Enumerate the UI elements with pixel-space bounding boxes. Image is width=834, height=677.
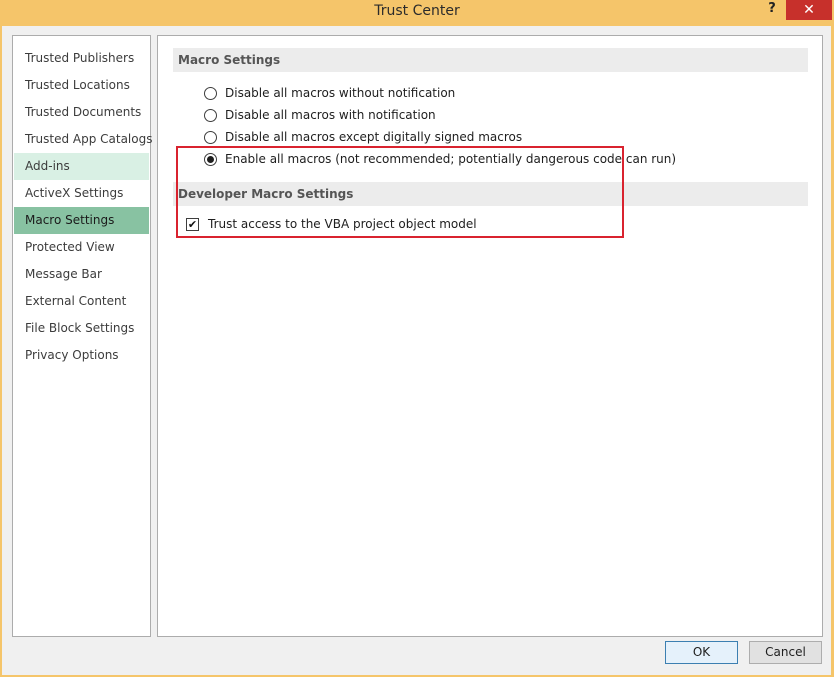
- radio-button[interactable]: [204, 108, 217, 122]
- window-title: Trust Center: [374, 3, 460, 19]
- sidebar-item-external-content[interactable]: External Content: [14, 288, 149, 315]
- sidebar-item-file-block-settings[interactable]: File Block Settings: [14, 315, 149, 342]
- radio-disable-without-notification[interactable]: Disable all macros without notification: [204, 84, 455, 102]
- option-label: Disable all macros with notification: [225, 108, 436, 122]
- option-label: Disable all macros except digitally sign…: [225, 130, 523, 144]
- cancel-button[interactable]: Cancel: [749, 641, 822, 664]
- option-label: Disable all macros without notification: [225, 86, 456, 100]
- radio-button[interactable]: [204, 86, 217, 100]
- sidebar-item-add-ins[interactable]: Add-ins: [14, 153, 149, 180]
- radio-disable-with-notification[interactable]: Disable all macros with notification: [204, 106, 436, 124]
- help-button[interactable]: ?: [760, 0, 784, 20]
- sidebar-item-trusted-locations[interactable]: Trusted Locations: [14, 72, 149, 99]
- checkbox-trust-vba-access[interactable]: ✔ Trust access to the VBA project object…: [186, 215, 477, 233]
- ok-button[interactable]: OK: [665, 641, 738, 664]
- title-bar[interactable]: Trust Center ? ✕: [0, 0, 834, 26]
- radio-button-selected[interactable]: [204, 152, 217, 166]
- radio-disable-except-signed[interactable]: Disable all macros except digitally sign…: [204, 128, 522, 146]
- sidebar-item-trusted-app-catalogs[interactable]: Trusted App Catalogs: [14, 126, 152, 153]
- close-icon: ✕: [803, 2, 815, 18]
- sidebar-item-macro-settings[interactable]: Macro Settings: [14, 207, 149, 234]
- sidebar-item-trusted-publishers[interactable]: Trusted Publishers: [14, 45, 149, 72]
- radio-enable-all-macros[interactable]: Enable all macros (not recommended; pote…: [204, 150, 676, 168]
- checkbox-label: Trust access to the VBA project object m…: [208, 217, 477, 231]
- sidebar-item-activex-settings[interactable]: ActiveX Settings: [14, 180, 149, 207]
- close-button[interactable]: ✕: [786, 0, 832, 20]
- sidebar-item-privacy-options[interactable]: Privacy Options: [14, 342, 149, 369]
- sidebar: Trusted Publishers Trusted Locations Tru…: [12, 35, 152, 637]
- trust-center-dialog: Trust Center ? ✕ Trusted Publishers Trus…: [0, 0, 834, 677]
- dialog-body: Trusted Publishers Trusted Locations Tru…: [2, 26, 831, 675]
- developer-macro-settings-header: Developer Macro Settings: [173, 182, 808, 206]
- radio-button[interactable]: [204, 130, 217, 144]
- settings-panel: Macro Settings Disable all macros withou…: [157, 35, 823, 637]
- checkbox-checked-icon[interactable]: ✔: [186, 217, 199, 231]
- sidebar-item-trusted-documents[interactable]: Trusted Documents: [14, 99, 149, 126]
- macro-settings-header: Macro Settings: [173, 48, 808, 72]
- option-label: Enable all macros (not recommended; pote…: [225, 152, 677, 166]
- sidebar-item-protected-view[interactable]: Protected View: [14, 234, 149, 261]
- sidebar-item-message-bar[interactable]: Message Bar: [14, 261, 149, 288]
